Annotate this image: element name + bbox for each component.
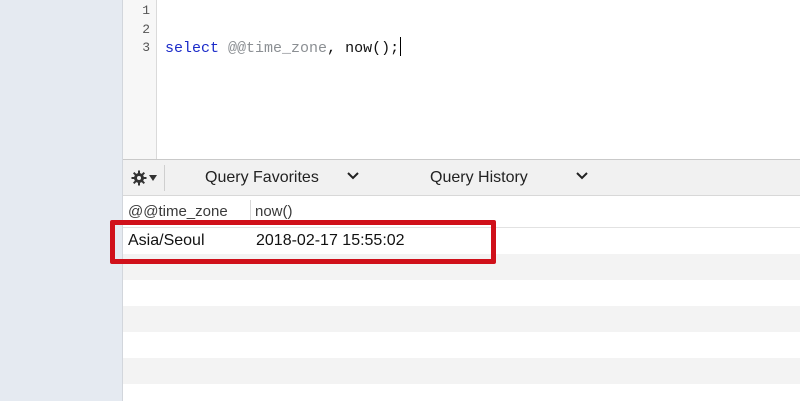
sql-statement[interactable]: select @@time_zone, now(); [165,37,402,59]
sql-rest: , now(); [327,40,400,57]
gear-icon [131,170,147,186]
dropdown-triangle-icon [149,175,157,181]
query-toolbar: Query Favorites Query History [123,160,800,196]
results-table: @@time_zone now() Asia/Seoul 2018-02-17 … [123,196,800,401]
column-header-time-zone[interactable]: @@time_zone [123,196,250,227]
empty-table-row [123,384,800,410]
empty-table-row [123,254,800,280]
column-header-now[interactable]: now() [250,196,450,227]
chevron-down-icon[interactable] [347,172,359,180]
chevron-down-icon[interactable] [576,172,588,180]
line-number: 2 [142,22,150,37]
query-favorites-label: Query Favorites [205,168,319,186]
cell-now: 2018-02-17 15:55:02 [256,232,405,249]
empty-table-row [123,332,800,358]
query-favorites-button[interactable]: Query Favorites [205,160,319,195]
sidebar-panel [0,0,123,401]
line-number: 3 [142,40,150,55]
empty-table-row [123,280,800,306]
sql-variable: @@time_zone [228,40,328,57]
cell-time-zone: Asia/Seoul [128,232,205,249]
line-number: 1 [142,3,150,18]
query-history-label: Query History [430,168,528,186]
empty-table-row [123,358,800,384]
empty-table-row [123,306,800,332]
query-editor[interactable]: 1 2 3 select @@time_zone, now(); [123,0,800,160]
results-header-row: @@time_zone now() [123,196,800,228]
sql-keyword: select [165,40,220,57]
query-history-button[interactable]: Query History [430,160,528,195]
gear-menu-button[interactable] [127,165,165,191]
table-row[interactable]: Asia/Seoul 2018-02-17 15:55:02 [123,228,800,254]
text-caret [400,37,402,56]
line-number-gutter: 1 2 3 [123,0,157,159]
